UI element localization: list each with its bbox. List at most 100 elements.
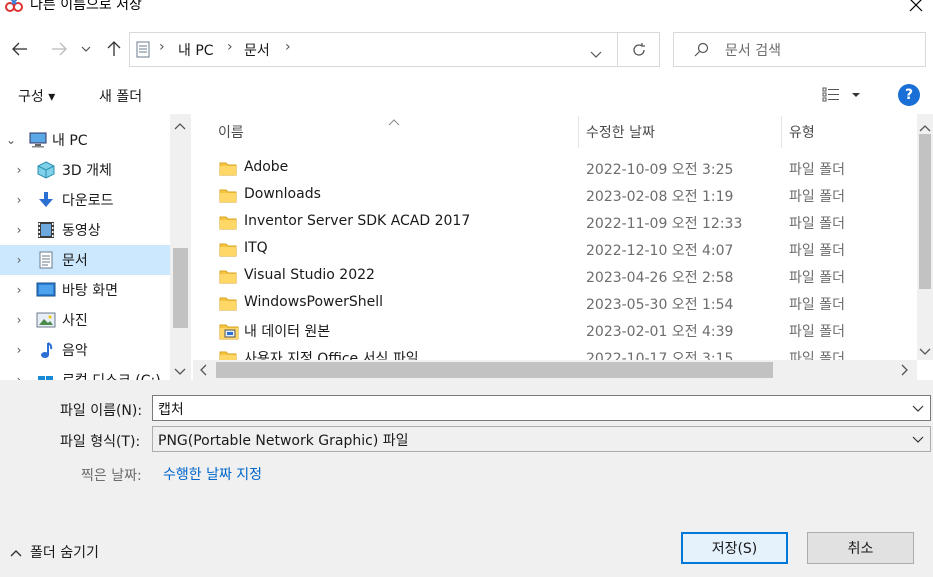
nav-item-3d-objects[interactable]: › 3D 개체 [0,155,170,185]
filename-field[interactable]: 캡처 [152,395,931,421]
nav-item-desktop[interactable]: › 바탕 화면 [0,275,170,305]
nav-label: 음악 [62,343,88,359]
file-type: 파일 폴더 [789,297,845,313]
file-list-horizontal-scroll-thumb[interactable] [216,362,773,378]
nav-scroll-thumb[interactable] [173,248,188,328]
file-list-vertical-scroll-thumb[interactable] [919,134,931,289]
address-dropdown-button[interactable] [590,46,602,62]
breadcrumb-documents[interactable]: 문서 [244,40,270,60]
chevron-right-icon[interactable]: › [12,313,26,327]
help-icon: ? [904,87,914,103]
chevron-down-icon[interactable]: ⌄ [4,133,18,147]
organize-menu[interactable]: 구성 ▾ [18,86,55,106]
up-button[interactable] [101,34,127,64]
title-bar: 다른 이름으로 저장 [0,0,933,24]
file-date: 2022-10-17 오전 3:15 [586,351,734,360]
forward-button[interactable] [46,34,72,64]
recent-locations-button[interactable] [76,34,96,64]
file-row[interactable]: 내 데이터 원본 2023-02-01 오전 4:39 파일 폴더 [193,318,917,345]
file-row[interactable]: Inventor Server SDK ACAD 2017 2022-11-09 … [193,210,917,237]
cancel-button[interactable]: 취소 [807,532,914,564]
file-date: 2023-02-08 오전 1:19 [586,189,734,205]
refresh-button[interactable] [618,32,660,67]
file-row[interactable]: Adobe 2022-10-09 오전 3:25 파일 폴더 [193,156,917,183]
chevron-down-icon [81,46,91,52]
specify-date-link[interactable]: 수행한 날짜 지정 [163,464,262,484]
nav-scrollbar[interactable] [170,114,191,380]
nav-item-downloads[interactable]: › 다운로드 [0,185,170,215]
view-options-button[interactable] [822,86,862,108]
music-icon [36,341,56,359]
save-form-panel: 파일 이름(N): 캡처 파일 형식(T): PNG(Portable Netw… [0,380,933,577]
column-divider[interactable] [578,116,579,148]
arrow-up-icon [107,41,121,56]
chevron-right-icon[interactable]: › [12,373,26,380]
hide-folders-label: 폴더 숨기기 [30,545,99,561]
nav-label: 문서 [62,253,88,269]
close-button[interactable] [900,0,932,18]
nav-item-videos[interactable]: › 동영상 [0,215,170,245]
file-row[interactable]: 사용자 지정 Office 서식 파일 2022-10-17 오전 3:15 파일 … [193,345,917,360]
column-header-type[interactable]: 유형 [789,122,815,142]
nav-item-music[interactable]: › 음악 [0,335,170,365]
chevron-right-icon[interactable]: › [12,253,26,267]
nav-label: 바탕 화면 [62,283,118,299]
disk-icon [36,371,56,380]
file-name: Downloads [244,186,321,202]
pc-icon [28,131,48,149]
file-type: 파일 폴더 [789,216,845,232]
file-date: 2023-04-26 오전 2:58 [586,270,734,286]
file-type: 파일 폴더 [789,351,845,360]
folder-icon [219,295,237,311]
search-input[interactable]: 문서 검색 [673,32,926,67]
nav-item-local-disk[interactable]: › 로컬 디스크 (C:) [0,365,170,380]
chevron-right-icon[interactable]: › [12,283,26,297]
arrow-right-icon [52,42,67,56]
file-row[interactable]: WindowsPowerShell 2023-05-30 오전 1:54 파일 폴더 [193,291,917,318]
column-divider[interactable] [781,116,782,148]
column-header-name[interactable]: 이름 [218,122,244,142]
file-row[interactable]: ITQ 2022-12-10 오전 4:07 파일 폴더 [193,237,917,264]
desktop-icon [36,281,56,299]
video-icon [36,221,56,239]
chevron-up-icon [10,545,22,561]
save-button[interactable]: 저장(S) [681,532,788,564]
breadcrumb-separator-icon: › [159,39,165,55]
chevron-right-icon[interactable]: › [12,343,26,357]
file-row[interactable]: Visual Studio 2022 2023-04-26 오전 2:58 파일 폴… [193,264,917,291]
breadcrumb-this-pc[interactable]: 내 PC [178,40,214,60]
file-type: 파일 폴더 [789,270,845,286]
file-name: 내 데이터 원본 [244,324,331,340]
file-name: Visual Studio 2022 [244,267,375,283]
file-type: 파일 폴더 [789,189,845,205]
scroll-down-arrow-icon[interactable] [919,344,931,360]
chevron-down-icon[interactable] [910,430,926,448]
chevron-right-icon[interactable]: › [12,163,26,177]
scroll-up-arrow-icon[interactable] [174,118,186,134]
chevron-right-icon[interactable]: › [12,223,26,237]
nav-item-documents[interactable]: › 문서 [0,245,170,275]
new-folder-button[interactable]: 새 폴더 [99,86,142,106]
scroll-left-arrow-icon[interactable] [199,364,207,380]
filetype-select[interactable]: PNG(Portable Network Graphic) 파일 [152,426,931,452]
chevron-down-icon[interactable] [910,399,926,417]
help-button[interactable]: ? [898,84,920,106]
scroll-down-arrow-icon[interactable] [174,364,186,380]
column-header-date[interactable]: 수정한 날짜 [586,122,655,142]
file-row[interactable]: Downloads 2023-02-08 오전 1:19 파일 폴더 [193,183,917,210]
folder-icon [219,349,237,360]
scroll-right-arrow-icon[interactable] [901,364,909,380]
address-bar[interactable]: › 내 PC › 문서 › [129,32,618,67]
file-date: 2022-11-09 오전 12:33 [586,216,743,232]
hide-folders-button[interactable]: 폴더 숨기기 [10,542,99,562]
file-type: 파일 폴더 [789,162,845,178]
nav-label: 동영상 [62,223,101,239]
nav-item-pictures[interactable]: › 사진 [0,305,170,335]
nav-item-this-pc[interactable]: ⌄ 내 PC [0,125,170,155]
nav-label: 사진 [62,313,88,329]
file-list: 이름 수정한 날짜 유형 Adobe 2022-10-09 오전 3:25 파일 폴… [193,114,917,360]
nav-label: 로컬 디스크 (C:) [62,370,161,380]
date-taken-label: 찍은 날짜: [81,468,142,484]
back-button[interactable] [7,34,33,64]
chevron-right-icon[interactable]: › [12,193,26,207]
